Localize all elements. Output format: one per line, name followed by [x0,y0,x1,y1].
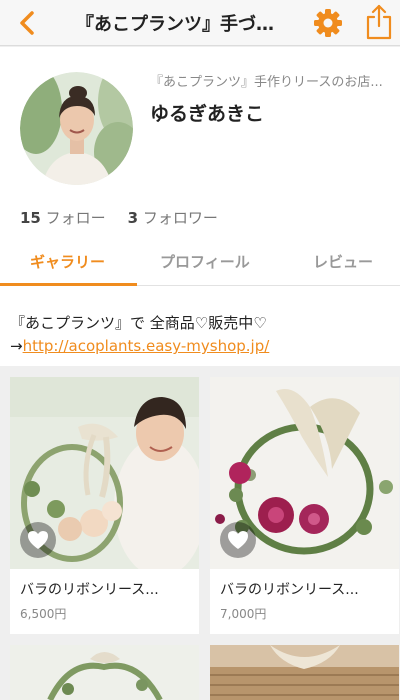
item-photo[interactable] [210,645,399,700]
follower-link[interactable]: 3 フォロワー [128,209,218,227]
avatar[interactable] [20,72,133,185]
gallery-item[interactable]: バラのリボンリース... 6,500円 [10,377,199,634]
tab-reviews[interactable]: レビュー [313,251,373,272]
tab-profile[interactable]: プロフィール [160,251,250,272]
follow-link[interactable]: 15 フォロー [20,209,106,227]
share-icon[interactable] [364,3,394,41]
item-photo[interactable] [10,645,199,700]
follow-stats: 15 フォロー 3 フォロワー [20,207,218,228]
active-tab-indicator [0,283,137,286]
banner-link-line: →http://acoplants.easy-myshop.jp/ [10,337,269,355]
page-title: 『あこプランツ』手づ… [76,14,274,35]
shop-link[interactable]: http://acoplants.easy-myshop.jp/ [23,337,270,355]
banner-text: 『あこプランツ』で 全商品♡販売中♡ [10,314,267,332]
arrow-icon: → [10,337,23,355]
follower-label: フォロワー [142,209,218,227]
shop-banner: 『あこプランツ』で 全商品♡販売中♡ →http://acoplants.eas… [0,300,400,366]
heart-icon [228,531,248,549]
gallery-item[interactable]: バラのリボンリース... 7,000円 [210,377,399,634]
item-name[interactable]: バラのリボンリース... [220,579,392,599]
item-price: 6,500円 [20,607,67,621]
item-price: 7,000円 [220,607,267,621]
gallery-item[interactable] [10,645,199,700]
chevron-left-icon[interactable] [14,9,42,37]
tab-gallery[interactable]: ギャラリー [30,251,105,272]
favorite-button[interactable] [20,522,56,558]
favorite-button[interactable] [220,522,256,558]
heart-icon [28,531,48,549]
shop-label: 『あこプランツ』手作りリースのお店... [150,75,383,90]
tab-bar: ギャラリー プロフィール レビュー [0,236,400,286]
follower-count: 3 [127,209,139,227]
user-name: ゆるぎあきこ [150,103,265,125]
navigation-bar: 『あこプランツ』手づ… [0,0,400,46]
follow-label: フォロー [45,209,106,227]
gear-icon[interactable] [312,7,344,39]
gallery-item[interactable] [210,645,399,700]
follow-count: 15 [20,209,41,227]
item-name[interactable]: バラのリボンリース... [20,579,192,599]
